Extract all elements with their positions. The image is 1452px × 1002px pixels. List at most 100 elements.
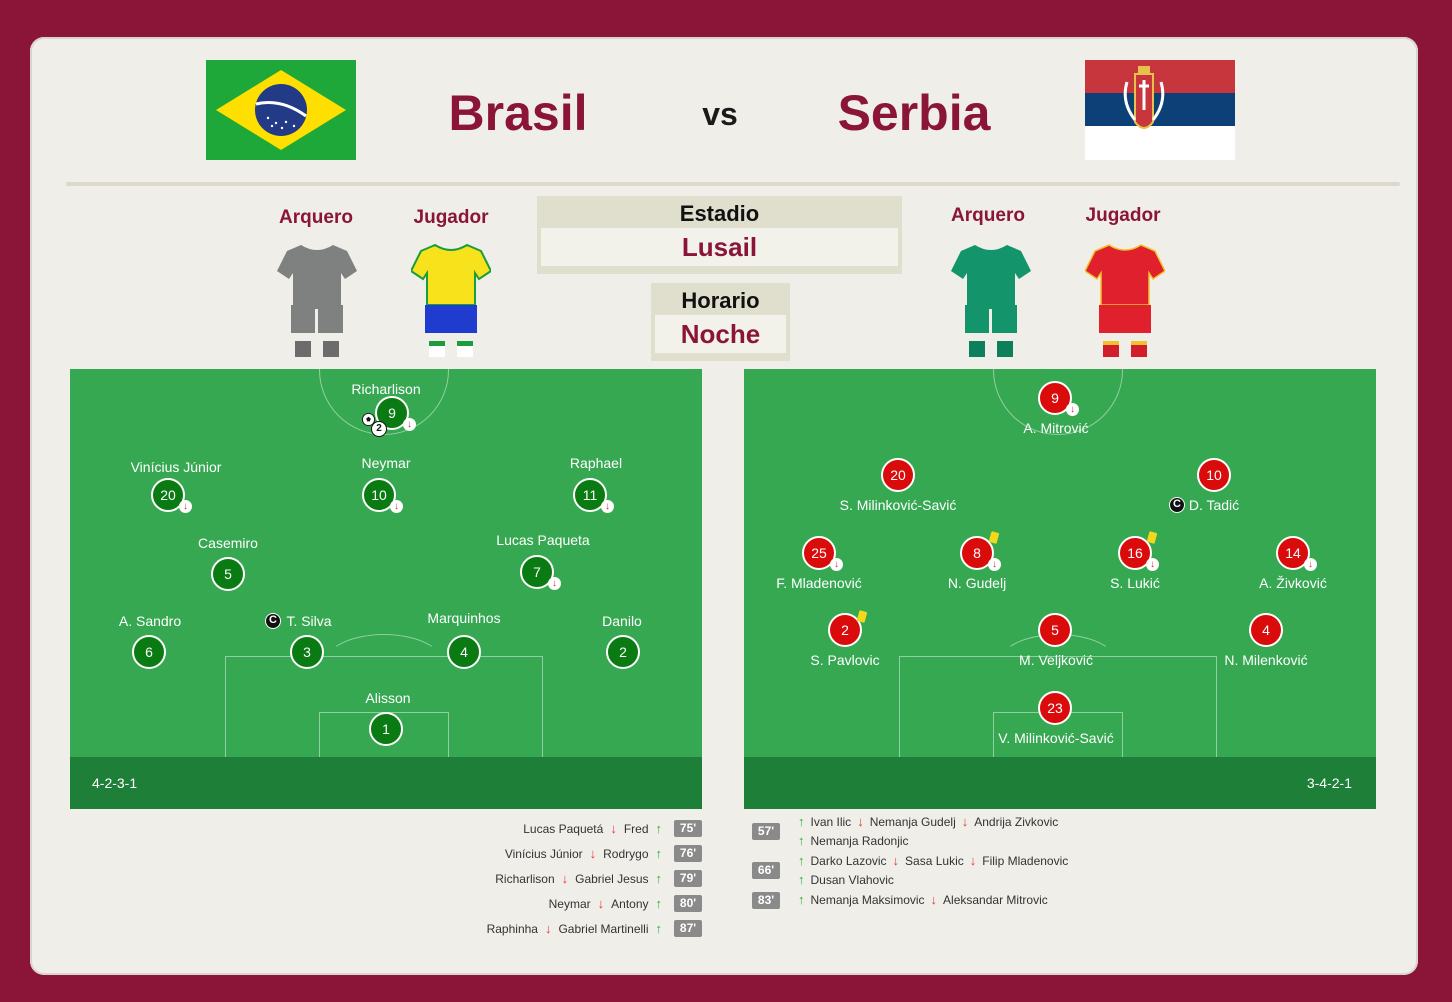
home-player-kit-icon <box>411 243 491 357</box>
substitution-row: Vinícius Júnior ↓ Rodrygo ↑ 76' <box>420 841 702 866</box>
player-off-name: Sasa Lukic <box>905 853 964 868</box>
player-name: Vinícius Júnior <box>130 459 222 475</box>
player-off-name: Aleksandar Mitrovic <box>943 892 1048 907</box>
player-name: A. Mitrović <box>1023 420 1089 436</box>
player-name: D. Tadić <box>1188 497 1240 513</box>
home-goalkeeper-kit-icon <box>277 245 357 357</box>
sub-minute: 66' <box>752 862 780 879</box>
arrow-up-icon: ↑ <box>655 921 663 936</box>
player-name: Richarlison <box>351 381 421 397</box>
player-number[interactable]: 6 <box>132 635 166 669</box>
player-number[interactable]: 4 <box>1249 613 1283 647</box>
player-name: S. Milinković-Savić <box>839 497 957 513</box>
player-on-name: Fred <box>623 821 649 836</box>
sub-minute: 75' <box>674 820 702 837</box>
arrow-up-icon: ↑ <box>655 846 663 861</box>
arrow-up-icon: ↑ <box>655 871 663 886</box>
player-number[interactable]: 4 <box>447 635 481 669</box>
player-name: Neymar <box>361 455 411 471</box>
player-number[interactable]: 20 <box>881 458 915 492</box>
player-name: F. Mladenović <box>776 575 862 591</box>
player-name: Marquinhos <box>427 610 501 626</box>
away-player-kit-icon <box>1085 244 1165 357</box>
arrow-down-icon: ↓ <box>830 558 843 571</box>
player-number[interactable]: 5 <box>211 557 245 591</box>
arrow-down-icon: ↓ <box>561 871 569 886</box>
arrow-down-icon: ↓ <box>1146 558 1159 571</box>
arrow-up-icon: ↑ <box>798 872 805 887</box>
arrow-down-icon: ↓ <box>597 896 605 911</box>
player-name: S. Pavlovic <box>810 652 880 668</box>
player-name: Alisson <box>365 690 411 706</box>
player-name: Casemiro <box>198 535 258 551</box>
substitution-row: Richarlison ↓ Gabriel Jesus ↑ 79' <box>420 866 702 891</box>
sub-minute: 76' <box>674 845 702 862</box>
player-number[interactable]: 23 <box>1038 691 1072 725</box>
substitution-row: Lucas Paquetá ↓ Fred ↑ 75' <box>420 816 702 841</box>
arrow-down-icon: ↓ <box>930 892 938 907</box>
home-goalkeeper-label: Arquero <box>279 207 353 228</box>
sub-minute: 57' <box>752 823 780 840</box>
player-number[interactable]: 3 <box>290 635 324 669</box>
substitution-row: ↑ Nemanja Maksimovic ↓ Aleksandar Mitrovic <box>794 892 1048 907</box>
sub-minute: 79' <box>674 870 702 887</box>
captain-icon: C <box>265 613 281 629</box>
arrow-up-icon: ↑ <box>655 821 663 836</box>
arrow-down-icon: ↓ <box>179 500 192 513</box>
player-name: N. Gudelj <box>947 575 1007 591</box>
player-on-name: Rodrygo <box>603 846 649 861</box>
player-number[interactable]: 1 <box>369 712 403 746</box>
player-name: M. Veljković <box>1019 652 1093 668</box>
player-on-name: Gabriel Jesus <box>575 871 649 886</box>
substitution-row: Neymar ↓ Antony ↑ 80' <box>420 891 702 916</box>
player-off-name: Richarlison <box>495 871 555 886</box>
arrow-up-icon: ↑ <box>655 896 663 911</box>
substitution-row: ↑ Nemanja Radonjic <box>794 833 909 848</box>
substitution-row: ↑ Ivan Ilic ↓ Nemanja Gudelj ↓ Andrija Zivk… <box>794 814 1058 829</box>
arrow-down-icon: ↓ <box>601 500 614 513</box>
away-goalkeeper-label: Arquero <box>951 205 1025 226</box>
home-team-name: Brasil <box>448 85 588 141</box>
player-on-name: Nemanja Radonjic <box>810 833 909 848</box>
brazil-flag-icon <box>206 60 356 160</box>
player-on-name: Gabriel Martinelli <box>558 921 649 936</box>
player-name: N. Milenković <box>1224 652 1308 668</box>
arrow-down-icon: ↓ <box>390 500 403 513</box>
sub-minute: 87' <box>674 920 702 937</box>
arrow-down-icon: ↓ <box>1304 558 1317 571</box>
player-number[interactable]: 2 <box>606 635 640 669</box>
time-label: Horario <box>681 288 760 313</box>
substitution-row: Raphinha ↓ Gabriel Martinelli ↑ 87' <box>420 916 702 941</box>
arrow-down-icon: ↓ <box>544 921 552 936</box>
goal-count-badge: 2 <box>371 421 387 437</box>
away-team-name: Serbia <box>837 85 991 141</box>
player-name: V. Milinković-Savić <box>998 730 1114 746</box>
player-off-name: Filip Mladenovic <box>982 853 1069 868</box>
player-on-name: Ivan Ilic <box>810 814 852 829</box>
stadium-label: Estadio <box>679 201 760 226</box>
player-number[interactable]: 5 <box>1038 613 1072 647</box>
arrow-down-icon: ↓ <box>969 853 977 868</box>
player-on-name: Darko Lazovic <box>810 853 887 868</box>
stadium-box: Estadio Lusail <box>537 196 902 274</box>
vs-label: vs <box>702 96 738 132</box>
player-name: A. Sandro <box>118 613 182 629</box>
away-player-label: Jugador <box>1085 205 1161 226</box>
arrow-up-icon: ↑ <box>798 833 805 848</box>
player-on-name: Nemanja Maksimovic <box>810 892 925 907</box>
player-off-name: Nemanja Gudelj <box>869 814 956 829</box>
player-name: Lucas Paqueta <box>496 532 590 548</box>
arrow-down-icon: ↓ <box>1066 403 1079 416</box>
player-number[interactable]: 10 <box>1197 458 1231 492</box>
home-substitutions: Lucas Paquetá ↓ Fred ↑ 75' Vinícius Júnior… <box>420 816 702 941</box>
player-on-name: Antony <box>611 896 649 911</box>
player-name: T. Silva <box>286 613 332 629</box>
arrow-down-icon: ↓ <box>961 814 969 829</box>
arrow-down-icon: ↓ <box>403 418 416 431</box>
sub-minute: 83' <box>752 892 780 909</box>
arrow-down-icon: ↓ <box>610 821 617 836</box>
away-formation: 3-4-2-1 <box>1306 775 1352 791</box>
substitution-row: ↑ Darko Lazovic ↓ Sasa Lukic ↓ Filip Mladen… <box>794 853 1068 868</box>
time-value: Noche <box>655 315 786 353</box>
player-on-name: Dusan Vlahovic <box>810 872 894 887</box>
